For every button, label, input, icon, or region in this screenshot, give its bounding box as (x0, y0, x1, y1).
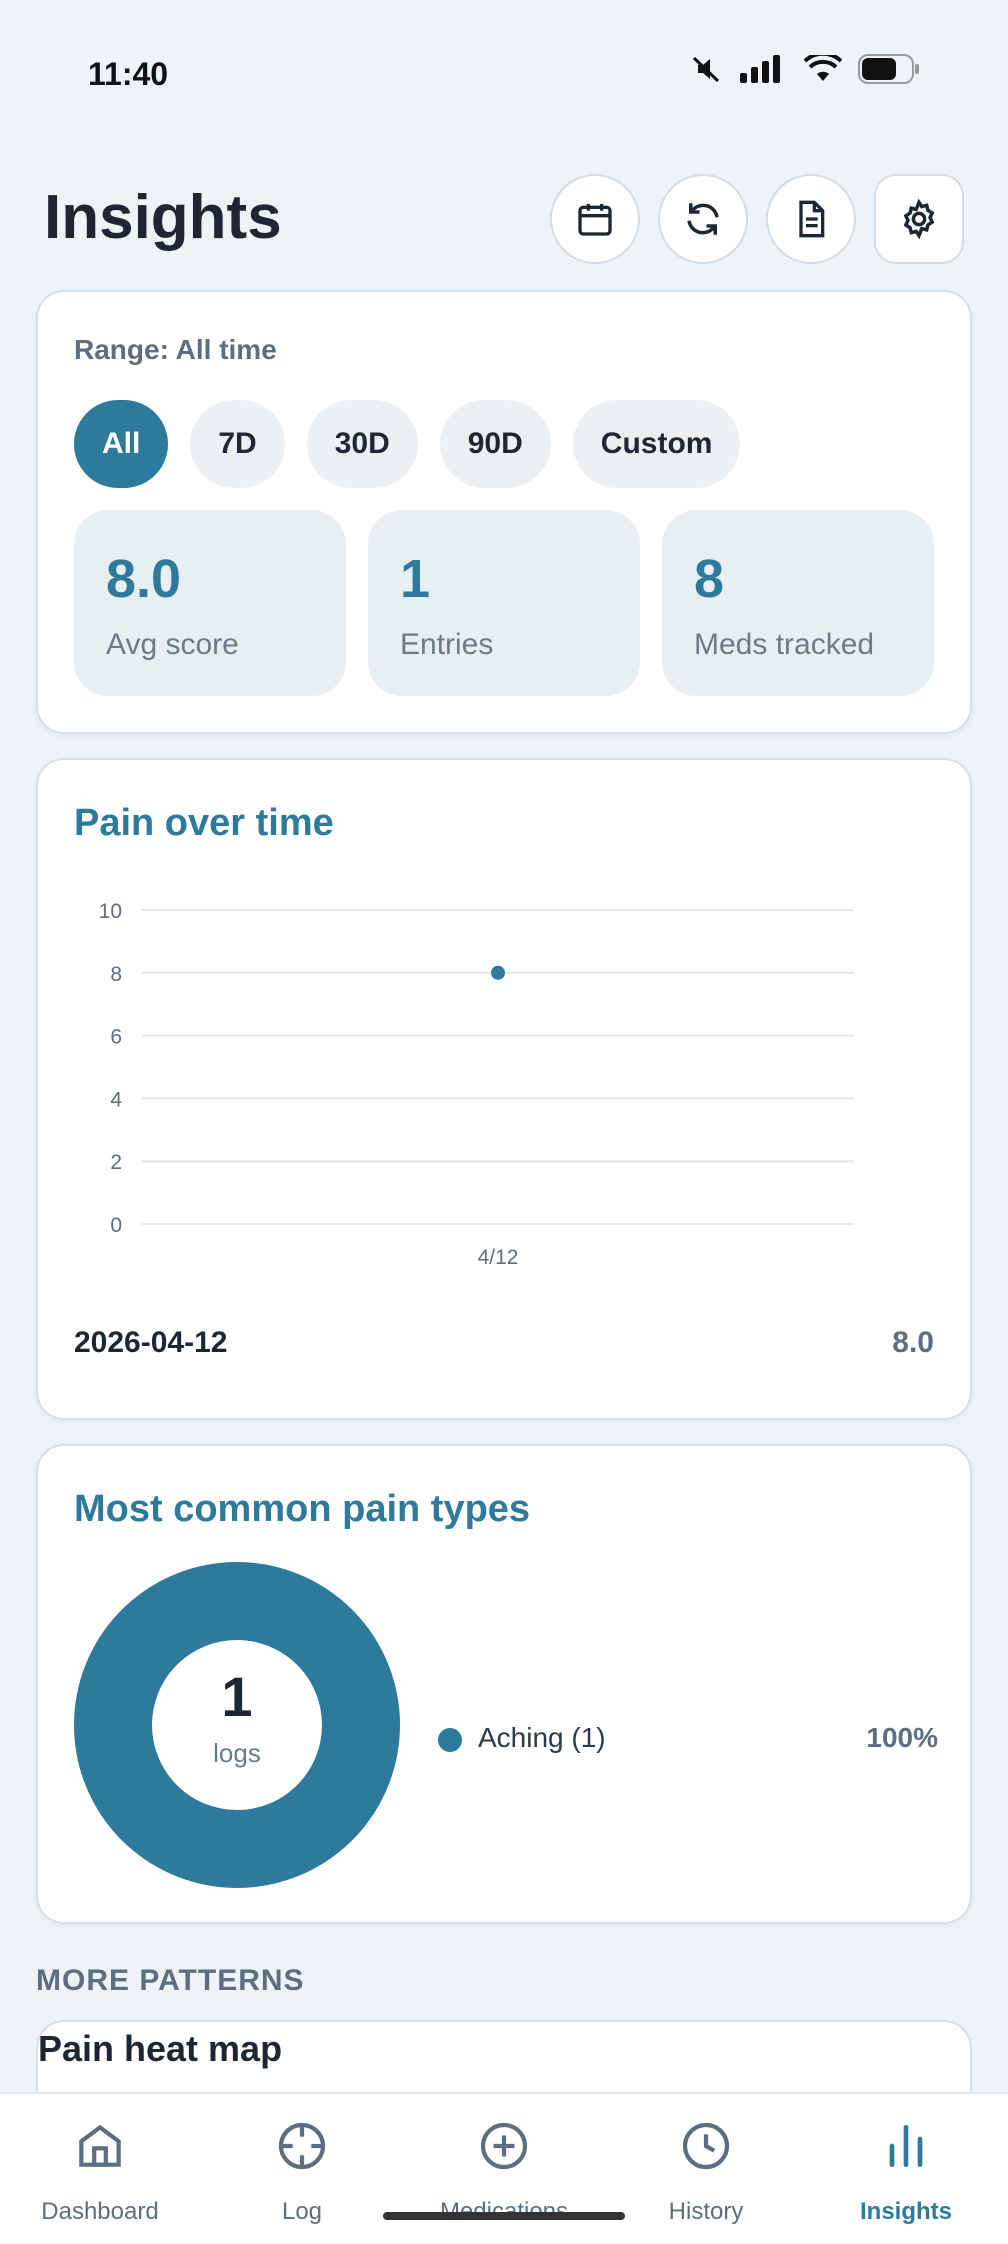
range-pill-7d[interactable]: 7D (190, 400, 285, 488)
range-selector: All 7D 30D 90D Custom (74, 400, 741, 488)
data-point (491, 965, 505, 980)
stat-value: 1 (400, 549, 431, 609)
stat-label: Entries (400, 628, 494, 661)
donut-center-value: 1 (221, 1665, 253, 1728)
stat-entries: 1 Entries (368, 510, 640, 696)
tab-label: Insights (859, 2198, 952, 2225)
battery-icon (858, 54, 919, 84)
range-pill-all[interactable]: All (74, 400, 169, 488)
range-pill-30d[interactable]: 30D (306, 400, 418, 488)
y-tick-label: 0 (110, 1214, 122, 1237)
home-icon (79, 2124, 121, 2167)
tab-history[interactable]: History (606, 2094, 806, 2244)
gear-icon (903, 198, 935, 240)
heatmap-title: Pain heat map (38, 2028, 283, 2069)
calendar-icon (578, 204, 612, 236)
pain-over-time-chart: 0 2 4 6 8 10 4/12 (99, 900, 854, 1269)
status-bar: 11:40 (0, 0, 1008, 140)
stat-value: 8.0 (106, 549, 182, 609)
pain-types-title: Most common pain types (74, 1488, 531, 1530)
more-patterns-label: MORE PATTERNS (36, 1964, 305, 1997)
settings-button[interactable] (874, 174, 964, 264)
y-tick-label: 2 (110, 1151, 122, 1174)
crosshair-icon (278, 2122, 326, 2170)
tab-label: History (668, 2198, 744, 2225)
range-label: Range: All time (74, 334, 277, 365)
donut-center-label: logs (213, 1738, 261, 1768)
pain-types-card: Most common pain types 1 logs Aching (1)… (36, 1444, 972, 1924)
pain-over-time-card: Pain over time 0 2 4 6 8 10 4/12 2026-04-12 8.… (36, 758, 972, 1420)
tab-medications[interactable]: Medications (404, 2094, 604, 2244)
range-card: Range: All time All 7D 30D 90D Custom 8.… (36, 290, 972, 734)
latest-entry-date: 2026-04-12 (74, 1326, 228, 1359)
wifi-icon (804, 55, 842, 81)
clock-icon (682, 2122, 730, 2170)
document-icon (799, 200, 825, 238)
tab-dashboard[interactable]: Dashboard (0, 2094, 200, 2244)
refresh-button[interactable] (658, 174, 748, 264)
stat-avg-score: 8.0 Avg score (74, 510, 346, 696)
legend-item: Aching (1) 100% (438, 1720, 938, 1760)
plus-circle-icon (480, 2122, 528, 2170)
tab-label: Dashboard (41, 2198, 159, 2225)
tab-label: Log (281, 2198, 323, 2225)
bar-chart-icon (889, 2125, 923, 2167)
legend-label: Aching (1) (478, 1722, 606, 1753)
latest-entry-value: 8.0 (892, 1326, 934, 1359)
x-tick-label: 4/12 (478, 1246, 519, 1269)
stats-row: 8.0 Avg score 1 Entries 8 Meds tracked (74, 510, 934, 696)
status-time: 11:40 (88, 56, 169, 92)
range-pill-custom[interactable]: Custom (572, 400, 741, 488)
tab-insights[interactable]: Insights (806, 2094, 1006, 2244)
y-tick-label: 10 (99, 900, 122, 923)
home-indicator (383, 2212, 625, 2220)
stat-meds-tracked: 8 Meds tracked (662, 510, 934, 696)
page-title: Insights (44, 183, 282, 252)
tab-log[interactable]: Log (202, 2094, 402, 2244)
stat-value: 8 (694, 549, 725, 609)
legend-swatch (438, 1728, 462, 1752)
mute-icon (692, 56, 720, 83)
page-header: Insights (0, 170, 1008, 270)
y-tick-label: 4 (110, 1088, 122, 1111)
legend-percent: 100% (866, 1722, 938, 1753)
report-button[interactable] (766, 174, 856, 264)
y-tick-label: 6 (110, 1026, 122, 1049)
signal-icon (740, 55, 780, 83)
range-pill-90d[interactable]: 90D (439, 400, 551, 488)
y-tick-label: 8 (110, 963, 122, 986)
calendar-button[interactable] (550, 174, 640, 264)
pain-over-time-title: Pain over time (74, 802, 334, 844)
stat-label: Avg score (106, 628, 239, 661)
refresh-icon (687, 203, 719, 235)
bottom-tab-bar: Dashboard Log Medications History Insigh… (0, 2092, 1008, 2244)
stat-label: Meds tracked (694, 628, 875, 661)
